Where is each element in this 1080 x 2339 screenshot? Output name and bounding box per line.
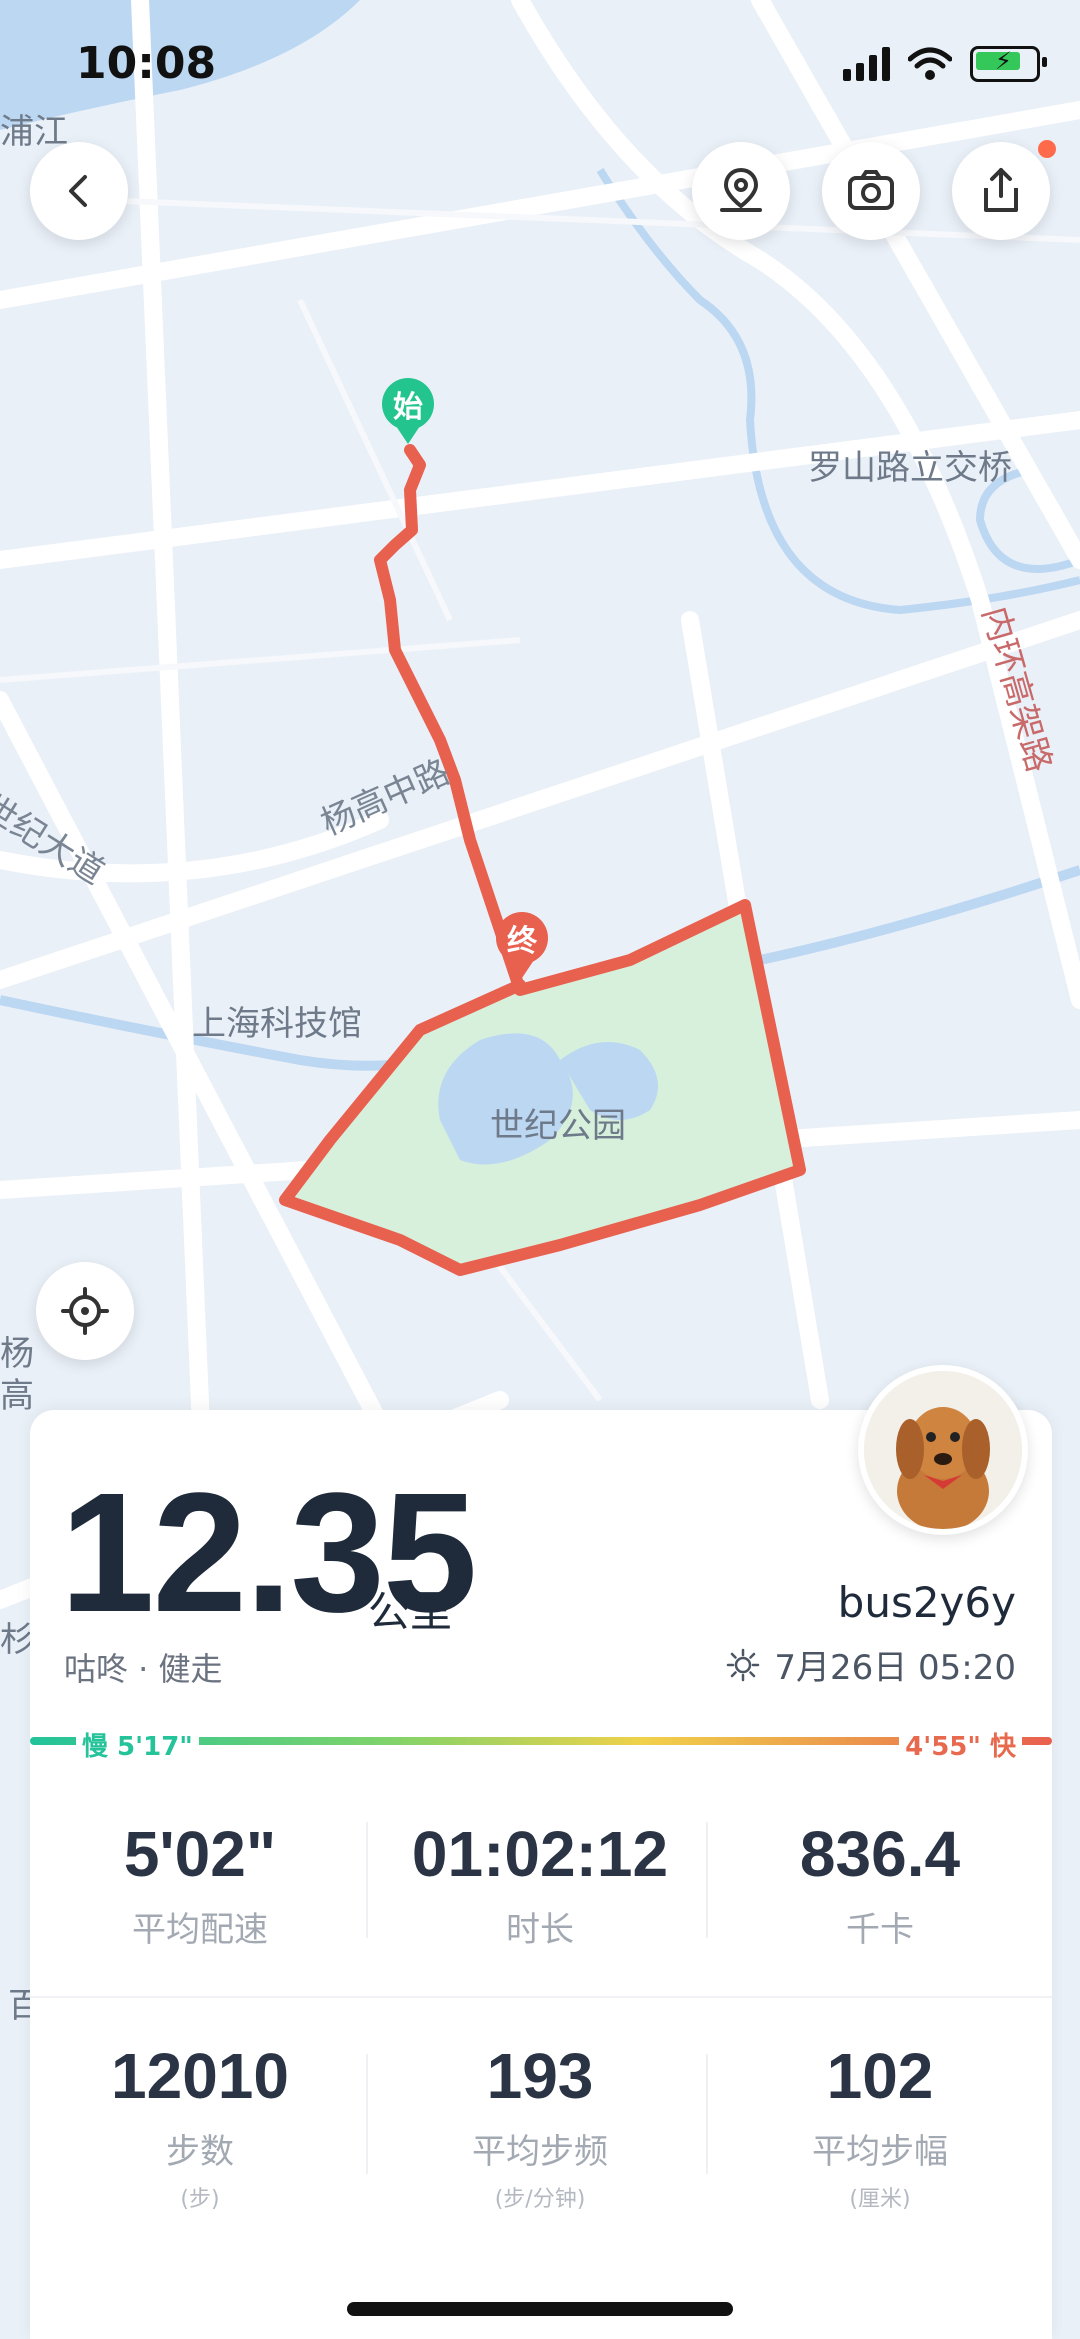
home-indicator[interactable] [347,2302,733,2316]
stat-steps: 12010 步数 (步) [30,2044,370,2213]
stat-unit: (步) [180,2187,220,2212]
stat-value: 01:02:12 [411,1818,669,1890]
divider [366,1822,368,1938]
sun-icon [727,1648,760,1681]
stat-label: 平均步幅 [812,2132,948,2172]
location-pin-button[interactable] [692,142,790,240]
map-label-left-3: 杉 [0,1620,34,1660]
username: bus2y6y [837,1578,1016,1627]
stat-label: 时长 [506,1910,574,1950]
status-icons: ⚡ [843,44,1047,84]
map-label-luoshan: 罗山路立交桥 [808,448,1012,488]
stat-calories: 836.4 千卡 [710,1822,1050,1951]
divider [706,2054,708,2174]
activity-type: 咕咚 · 健走 [64,1650,223,1688]
wifi-icon [908,47,952,80]
user-avatar[interactable] [858,1365,1028,1535]
start-marker: 始 [382,378,434,444]
activity-datetime: 7月26日 05:20 [726,1640,1016,1689]
map-label-science-museum: 上海科技馆 [192,1004,362,1044]
end-marker-label: 终 [496,912,548,964]
stat-value: 836.4 [799,1818,961,1890]
end-marker: 终 [496,912,548,978]
stat-duration: 01:02:12 时长 [370,1822,710,1951]
distance-unit: 公里 [368,1587,453,1636]
status-time: 10:08 [76,38,217,89]
stat-label: 千卡 [846,1910,914,1950]
chevron-left-icon [69,175,87,207]
pace-slow-label: 慢 5'17" [76,1726,199,1763]
stat-avg-pace: 5'02" 平均配速 [30,1822,370,1951]
stat-label: 步数 [166,2132,234,2172]
status-bar: 10:08 ⚡ [0,0,1080,120]
locate-me-button[interactable] [36,1262,134,1360]
camera-button[interactable] [822,142,920,240]
start-marker-label: 始 [382,378,434,430]
divider [30,1996,1052,1998]
stat-value: 102 [826,2040,934,2112]
pace-fast-label: 4'55" 快 [899,1726,1022,1763]
stat-value: 12010 [111,2040,289,2112]
dog-avatar-icon [864,1371,1022,1529]
share-notification-dot [1038,140,1056,158]
location-pin-icon [720,167,762,212]
stat-unit: (厘米) [849,2187,911,2212]
battery-icon: ⚡ [970,46,1047,82]
camera-icon [848,170,894,210]
map-label-left-2: 高 [0,1376,34,1416]
stat-label: 平均配速 [132,1910,268,1950]
back-button[interactable] [30,142,128,240]
divider [706,1822,708,1938]
cellular-signal-icon [843,47,890,81]
stat-cadence: 193 平均步频 (步/分钟) [370,2044,710,2213]
datetime-text: 7月26日 05:20 [774,1648,1016,1688]
stat-value: 5'02" [123,1818,277,1890]
share-icon [984,168,1018,212]
stat-unit: (步/分钟) [494,2187,586,2212]
share-button[interactable] [952,142,1050,240]
divider [366,2054,368,2174]
crosshair-icon [61,1287,109,1335]
map-label-century-park: 世纪公园 [490,1106,626,1146]
stat-value: 193 [486,2040,594,2112]
stat-label: 平均步频 [472,2132,608,2172]
stat-stride: 102 平均步幅 (厘米) [710,2044,1050,2213]
